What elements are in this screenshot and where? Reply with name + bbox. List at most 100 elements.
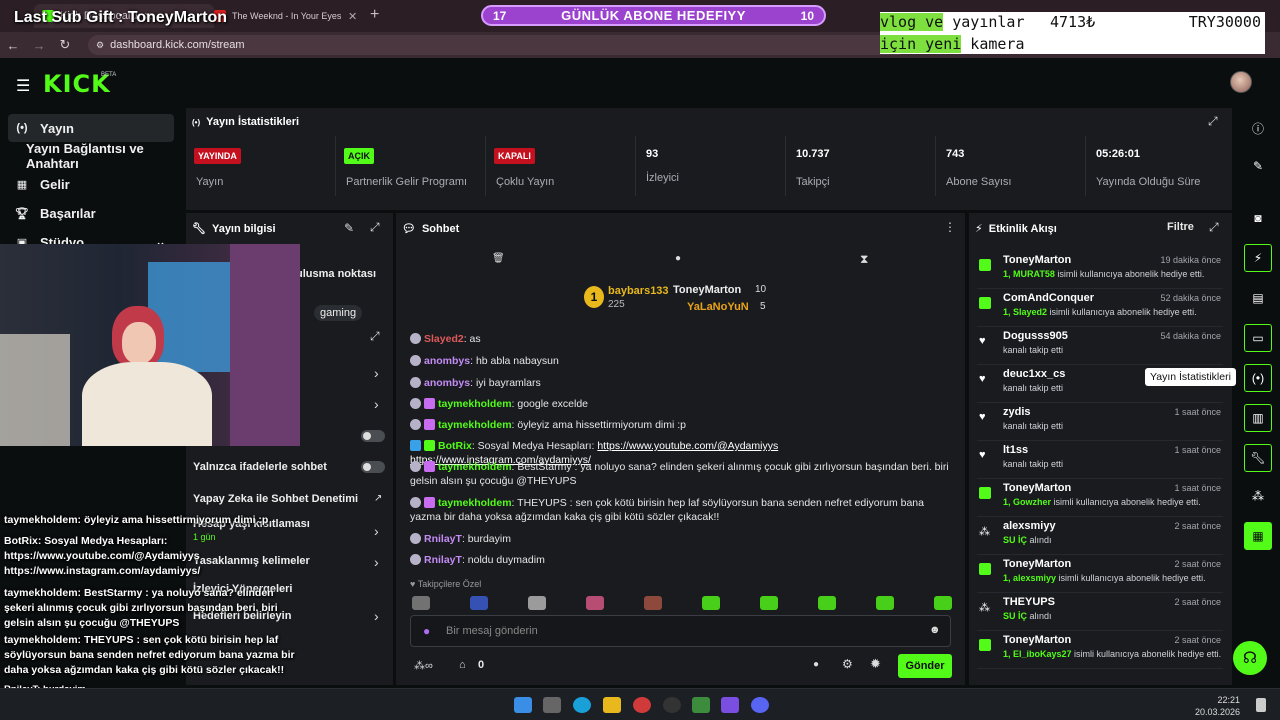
file-explorer-icon[interactable] <box>603 697 621 713</box>
infinity-points-icon[interactable]: ⁂∞ <box>414 659 433 672</box>
activity-username[interactable]: alexsmiyy <box>1003 520 1056 532</box>
streamlabs-icon[interactable] <box>692 697 710 713</box>
broadcast-icon[interactable]: (•) <box>1244 364 1272 392</box>
chat-username[interactable]: taymekholdem <box>438 461 512 473</box>
chat-username[interactable]: RnilayT <box>424 533 462 545</box>
sidebar-item-achievements[interactable]: 🏆︎ Başarılar <box>8 199 174 227</box>
gift-icon <box>979 563 991 575</box>
sidebar-item-stream[interactable]: (•) Yayın <box>8 114 174 142</box>
expand-icon[interactable]: ⤢ <box>370 220 380 235</box>
discord-icon[interactable] <box>751 697 769 713</box>
chevron-right-icon[interactable]: › <box>374 608 379 624</box>
chat-bubble-icon[interactable]: ▭ <box>1244 324 1272 352</box>
activity-username[interactable]: ToneyMarton <box>1003 558 1071 570</box>
activity-username[interactable]: ToneyMarton <box>1003 634 1071 646</box>
only-emotes-toggle[interactable] <box>361 461 385 473</box>
activity-username[interactable]: ToneyMarton <box>1003 254 1071 266</box>
emote-icon[interactable] <box>412 596 430 610</box>
document-icon[interactable]: ▤ <box>1244 284 1272 312</box>
avatar[interactable] <box>1230 71 1252 93</box>
task-view-icon[interactable] <box>543 697 561 713</box>
close-icon[interactable]: ✕ <box>348 10 357 23</box>
site-info-icon[interactable]: ⚙ <box>96 40 104 51</box>
chevron-right-icon[interactable]: › <box>374 554 379 570</box>
leader-name[interactable]: baybars133 <box>608 285 669 297</box>
chat-username[interactable]: taymekholdem <box>438 497 512 509</box>
activity-username[interactable]: ToneyMarton <box>1003 482 1071 494</box>
menu-icon[interactable]: ☰ <box>16 76 30 96</box>
activity-username[interactable]: ComAndConquer <box>1003 292 1094 304</box>
external-link-icon[interactable]: ↗ <box>374 493 382 504</box>
tab-youtube[interactable]: The Weeknd - In Your Eyes / S ✕ <box>206 4 366 28</box>
more-options-icon[interactable]: ⋮ <box>944 220 956 234</box>
pencil-icon[interactable]: ✎ <box>1244 152 1272 180</box>
activity-username[interactable]: THEYUPS <box>1003 596 1055 608</box>
activity-username[interactable]: zydis <box>1003 406 1031 418</box>
expand-icon[interactable]: ⤢ <box>1209 220 1219 235</box>
lightning-icon[interactable]: ⚡︎ <box>1244 244 1272 272</box>
camera-icon[interactable]: ◙ <box>1244 204 1272 232</box>
windows-start-icon[interactable] <box>514 697 532 713</box>
chat-username[interactable]: anombys <box>424 355 470 367</box>
layout-icon[interactable]: ▥ <box>1244 404 1272 432</box>
info-icon[interactable]: ⓘ <box>1244 114 1272 142</box>
chevron-right-icon[interactable]: › <box>374 396 379 412</box>
back-icon[interactable]: ← <box>0 38 26 53</box>
chat-username[interactable]: BotRix <box>438 440 472 452</box>
store-icon[interactable]: ⌂ <box>459 659 466 671</box>
points-icon[interactable]: ⁂ <box>1244 482 1272 510</box>
emoji-icon[interactable]: ☻ <box>929 624 941 636</box>
hourglass-icon[interactable]: ⧗ <box>860 252 868 267</box>
chrome-icon[interactable] <box>633 697 651 713</box>
twitch-icon[interactable] <box>721 697 739 713</box>
chat-username[interactable]: RnilayT <box>424 554 462 566</box>
gear-icon[interactable]: ⚙ <box>842 657 853 671</box>
support-icon[interactable]: ☊ <box>1233 641 1267 675</box>
chat-username[interactable]: Slayed2 <box>424 333 464 345</box>
gift-icon[interactable]: ▦ <box>1244 522 1272 550</box>
chat-settings-icon[interactable]: ● <box>813 659 819 670</box>
filter-button[interactable]: Filtre <box>1167 221 1194 233</box>
leader-name[interactable]: YaLaNoYuN <box>687 301 749 313</box>
toggle-switch[interactable] <box>361 430 385 442</box>
sidebar-item-stream-key[interactable]: Yayın Bağlantısı ve Anahtarı <box>8 141 174 171</box>
emote-icon[interactable] <box>586 596 604 610</box>
emote-icon[interactable] <box>934 596 952 610</box>
emote-icon[interactable] <box>760 596 778 610</box>
send-button[interactable]: Gönder <box>898 654 952 678</box>
edge-icon[interactable] <box>573 697 591 713</box>
trash-icon[interactable]: 🗑︎ <box>492 253 505 264</box>
chevron-right-icon[interactable]: › <box>374 365 379 381</box>
emote-icon[interactable] <box>528 596 546 610</box>
new-tab-icon[interactable]: + <box>370 6 379 24</box>
microphone-icon[interactable]: ● <box>423 624 430 638</box>
expand-icon[interactable]: ⤢ <box>370 329 380 344</box>
leader-name[interactable]: ToneyMarton <box>673 284 741 296</box>
chat-bubble-icon[interactable]: ● <box>675 253 681 264</box>
activity-username[interactable]: lt1ss <box>1003 444 1028 456</box>
reload-icon[interactable]: ↻ <box>52 37 78 53</box>
activity-username[interactable]: deuc1xx_cs <box>1003 368 1065 380</box>
chat-username[interactable]: taymekholdem <box>438 398 512 410</box>
expand-icon[interactable]: ⤢ <box>1208 114 1218 129</box>
chat-link[interactable]: https://www.youtube.com/@Aydamiyys <box>597 440 778 452</box>
notification-icon[interactable] <box>1256 698 1266 712</box>
chevron-right-icon[interactable]: › <box>374 523 379 539</box>
emote-icon[interactable] <box>818 596 836 610</box>
emote-icon[interactable] <box>470 596 488 610</box>
chat-username[interactable]: taymekholdem <box>438 419 512 431</box>
sidebar-item-revenue[interactable]: ▦ Gelir <box>8 170 174 198</box>
emote-icon[interactable] <box>876 596 894 610</box>
emote-icon[interactable] <box>702 596 720 610</box>
wrench-icon[interactable]: 🔧︎ <box>1244 444 1272 472</box>
obs-icon[interactable] <box>663 697 681 713</box>
emote-picker-icon[interactable]: ✹ <box>870 656 881 672</box>
tag-gaming[interactable]: gaming <box>314 305 363 321</box>
activity-username[interactable]: Dogusss905 <box>1003 330 1068 342</box>
edit-icon[interactable]: ✎ <box>344 221 354 235</box>
emote-icon[interactable] <box>644 596 662 610</box>
chat-username[interactable]: anombys <box>424 377 470 389</box>
chat-input[interactable]: ● Bir mesaj gönderin ☻ <box>410 615 951 647</box>
forward-icon[interactable]: → <box>26 38 52 53</box>
url-field[interactable]: ⚙ dashboard.kick.com/stream <box>88 35 908 55</box>
